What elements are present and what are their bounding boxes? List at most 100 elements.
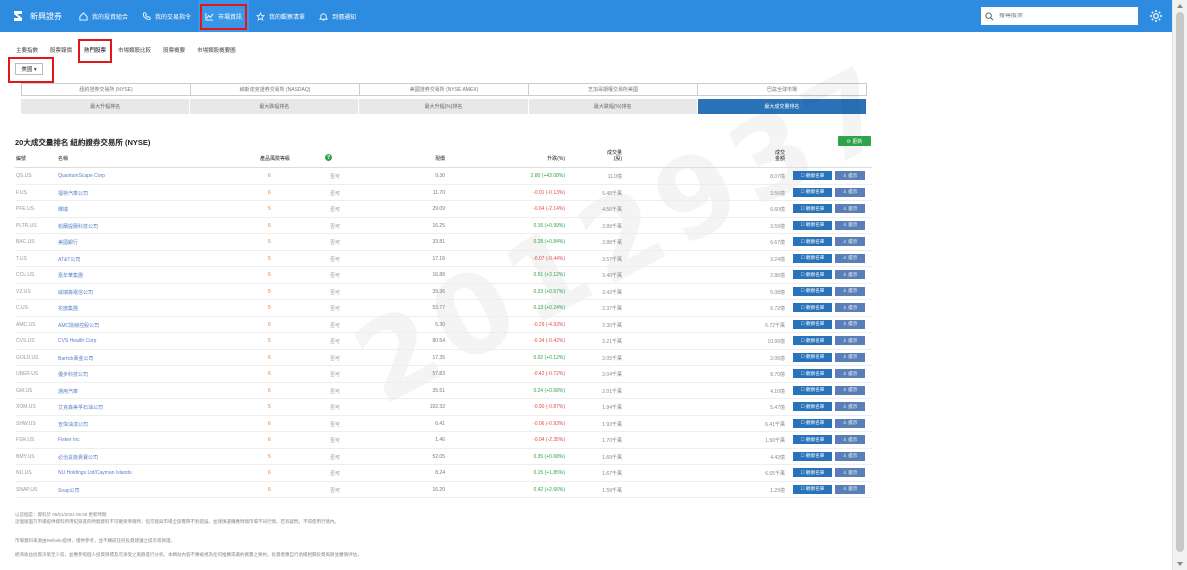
refresh-button[interactable]: ⟳ 更新 — [838, 136, 871, 146]
add-to-watchlist-button[interactable]: ☐ 觀察名單 — [793, 171, 832, 180]
risk-level: 6 — [268, 321, 271, 328]
subtab-stock-summary[interactable]: 股票概要 — [157, 44, 191, 56]
stock-symbol: FSR.US — [16, 437, 35, 443]
add-to-watchlist-button[interactable]: ☐ 觀察名單 — [793, 220, 832, 230]
add-to-watchlist-button[interactable]: ☐ 觀察名單 — [793, 319, 832, 329]
stock-name-link[interactable]: CVS Health Corp — [58, 338, 96, 344]
set-alert-button[interactable]: ♙ 提示 — [835, 451, 865, 461]
stock-symbol: BAC.US — [16, 239, 35, 245]
stock-name-link[interactable]: 艾克森美孚石油公司 — [58, 404, 103, 411]
stock-name-link[interactable]: QuantumScape Corp — [58, 173, 105, 179]
vertical-scrollbar[interactable] — [1172, 0, 1187, 570]
add-to-watchlist-button[interactable]: ☐ 觀察名單 — [793, 204, 832, 213]
exchange-tab-nasdaq[interactable]: 納斯達克證券交易所 (NASDAQ) — [190, 83, 359, 96]
set-alert-button[interactable]: ♙ 提示 — [835, 204, 865, 213]
set-alert-button[interactable]: ♙ 提示 — [835, 484, 865, 494]
rank-tab-top-losers-pct[interactable]: 最大跌幅(%)排名 — [528, 99, 698, 114]
add-to-watchlist-button[interactable]: ☐ 觀察名單 — [793, 402, 832, 411]
stock-name-link[interactable]: Snap公司 — [58, 487, 80, 494]
stock-name-link[interactable]: 通用汽車 — [58, 388, 78, 395]
exchange-tab-bats[interactable]: 巴茲全球市場 — [697, 83, 867, 96]
add-to-watchlist-button[interactable]: ☐ 觀察名單 — [793, 270, 832, 279]
subtab-sector-compare[interactable]: 市場類股比較 — [112, 44, 157, 56]
set-alert-button[interactable]: ♙ 提示 — [835, 468, 865, 477]
scroll-up-arrow-icon[interactable] — [1177, 4, 1183, 8]
stock-name-link[interactable]: 威瑞森電信公司 — [58, 289, 93, 296]
set-alert-button[interactable]: ♙ 提示 — [835, 369, 865, 378]
stock-name-link[interactable]: 花旗集團 — [58, 305, 78, 312]
set-alert-button[interactable]: ♙ 提示 — [835, 352, 865, 362]
stock-name-link[interactable]: Fisker Inc — [58, 437, 80, 443]
rank-tab-top-losers[interactable]: 最大跌幅排名 — [190, 99, 360, 114]
add-to-watchlist-button[interactable]: ☐ 觀察名單 — [793, 451, 832, 461]
rank-tab-top-gainers[interactable]: 最大升幅排名 — [21, 99, 191, 114]
exchange-tab-nyse[interactable]: 紐約證券交易所 (NYSE) — [21, 83, 190, 96]
market-subtabs: 主要指數 股票報價 熱門股票 市場類股比較 股票概要 市場類股概要圖 — [10, 39, 242, 63]
exchange-tab-cboe[interactable]: 芝加哥期權交易所美國 — [528, 83, 697, 96]
stock-name-link[interactable]: 美國銀行 — [58, 239, 78, 246]
brand-logo[interactable]: 新興證券 — [12, 9, 62, 23]
tradable-flag: 否可 — [330, 487, 341, 494]
add-to-watchlist-button[interactable]: ☐ 觀察名單 — [793, 303, 832, 312]
nav-market-info[interactable]: 市場資訊 — [198, 0, 250, 32]
add-to-watchlist-button[interactable]: ☐ 觀察名單 — [793, 352, 832, 362]
nav-price-alert[interactable]: 到價通知 — [312, 0, 363, 32]
add-to-watchlist-button[interactable]: ☐ 觀察名單 — [793, 385, 832, 395]
subtab-sector-map[interactable]: 市場類股概要圖 — [191, 44, 242, 56]
set-alert-button[interactable]: ♙ 提示 — [835, 286, 865, 296]
add-to-watchlist-button[interactable]: ☐ 觀察名單 — [793, 418, 832, 428]
nav-watchlist[interactable]: 我的觀察清單 — [249, 0, 312, 32]
set-alert-button[interactable]: ♙ 提示 — [835, 171, 865, 180]
stock-name-link[interactable]: 嘉年華集團 — [58, 272, 83, 279]
stock-name-link[interactable]: AMC院線控股公司 — [58, 322, 99, 329]
add-to-watchlist-button[interactable]: ☐ 觀察名單 — [793, 286, 832, 296]
subtab-major-index[interactable]: 主要指數 — [10, 44, 44, 56]
turnover: 6.72千萬 — [765, 322, 785, 329]
add-to-watchlist-button[interactable]: ☐ 觀察名單 — [793, 468, 832, 477]
rank-tab-top-volume[interactable]: 最大成交量排名 — [697, 99, 868, 114]
volume: 11.0億 — [607, 174, 622, 180]
stock-name-link[interactable]: 宣偉油漆公司 — [58, 421, 88, 428]
set-alert-button[interactable]: ♙ 提示 — [835, 253, 865, 263]
nav-orders[interactable]: 我的交易指令 — [135, 0, 198, 32]
stock-name-link[interactable]: 福特汽車公司 — [58, 190, 88, 197]
stock-name-link[interactable]: 必治妥施貴寶公司 — [58, 454, 98, 461]
add-to-watchlist-button[interactable]: ☐ 觀察名單 — [793, 187, 832, 197]
add-to-watchlist-button[interactable]: ☐ 觀察名單 — [793, 237, 832, 246]
set-alert-button[interactable]: ♙ 提示 — [835, 435, 865, 444]
set-alert-button[interactable]: ♙ 提示 — [835, 270, 865, 279]
stock-name-link[interactable]: 帕蘭提爾科技公司 — [58, 223, 98, 230]
exchange-tab-amex[interactable]: 美國證券交易所 (NYSE AMEX) — [359, 83, 528, 96]
set-alert-button[interactable]: ♙ 提示 — [835, 237, 865, 246]
set-alert-button[interactable]: ♙ 提示 — [835, 418, 865, 428]
stock-name-link[interactable]: 輝瑞 — [58, 206, 68, 213]
add-to-watchlist-button[interactable]: ☐ 觀察名單 — [793, 336, 832, 345]
set-alert-button[interactable]: ♙ 提示 — [835, 220, 865, 230]
scrollbar-thumb[interactable] — [1176, 12, 1184, 552]
set-alert-button[interactable]: ♙ 提示 — [835, 336, 865, 345]
nav-portfolio[interactable]: 我的投資組合 — [72, 0, 135, 32]
add-to-watchlist-button[interactable]: ☐ 觀察名單 — [793, 484, 832, 494]
gear-icon[interactable] — [1149, 9, 1163, 23]
stock-name-link[interactable]: AT&T公司 — [58, 256, 80, 263]
search-box[interactable] — [981, 7, 1138, 25]
set-alert-button[interactable]: ♙ 提示 — [835, 402, 865, 411]
set-alert-button[interactable]: ♙ 提示 — [835, 319, 865, 329]
stock-name-link[interactable]: NU Holdings Ltd/Cayman Islands — [58, 470, 132, 476]
subtab-hot-stocks[interactable]: 熱門股票 — [78, 39, 113, 63]
subtab-stock-quote[interactable]: 股票報價 — [44, 44, 78, 56]
scroll-down-arrow-icon[interactable] — [1177, 562, 1183, 566]
help-icon[interactable]: ? — [325, 154, 332, 161]
volume: 3.40千萬 — [602, 273, 622, 279]
add-to-watchlist-button[interactable]: ☐ 觀察名單 — [793, 253, 832, 263]
search-input[interactable] — [999, 13, 1119, 19]
add-to-watchlist-button[interactable]: ☐ 觀察名單 — [793, 435, 832, 444]
market-dropdown[interactable]: 美國 ▾ — [15, 63, 43, 75]
rank-tab-top-gainers-pct[interactable]: 最大升幅(%)排名 — [359, 99, 529, 114]
set-alert-button[interactable]: ♙ 提示 — [835, 187, 865, 197]
stock-name-link[interactable]: 優步科技公司 — [58, 371, 88, 378]
set-alert-button[interactable]: ♙ 提示 — [835, 303, 865, 312]
stock-name-link[interactable]: Barrick黃金公司 — [58, 355, 94, 362]
set-alert-button[interactable]: ♙ 提示 — [835, 385, 865, 395]
add-to-watchlist-button[interactable]: ☐ 觀察名單 — [793, 369, 832, 378]
